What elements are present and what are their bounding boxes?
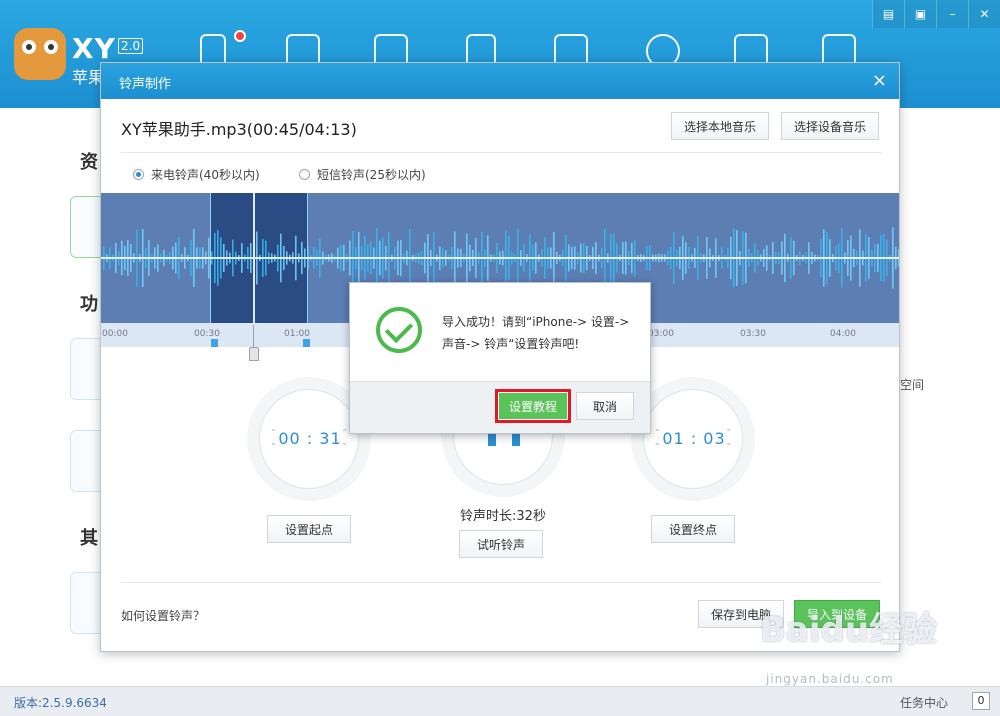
menu-icon[interactable]: ▤ xyxy=(872,0,904,28)
success-message: 导入成功！请到“iPhone-> 设置-> 声音-> 铃声“设置铃声吧! xyxy=(442,315,630,351)
cancel-button[interactable]: 取消 xyxy=(576,392,634,420)
baidu-watermark: Baidu经验 xyxy=(760,610,938,650)
set-start-button[interactable]: 设置起点 xyxy=(267,515,351,543)
ringtone-length: 铃声时长:32秒 xyxy=(460,509,546,524)
section-label-resources: 资 xyxy=(80,152,98,173)
choose-device-music-button[interactable]: 选择设备音乐 xyxy=(781,112,879,140)
file-title: XY苹果助手.mp3(00:45/04:13) xyxy=(121,120,357,139)
start-spin-right-icon[interactable]: ⌃ ⌄ xyxy=(341,428,348,448)
start-time-face: ⌃ ⌄ 00 : 31 ⌃ ⌄ xyxy=(259,389,359,489)
end-spin-right-icon[interactable]: ⌃ ⌄ xyxy=(725,428,732,448)
timeline-tick: 03:00 xyxy=(648,329,674,339)
task-count-badge: 0 xyxy=(972,692,990,710)
task-center-button[interactable]: 任务中心 xyxy=(900,694,948,711)
close-icon[interactable]: ✕ xyxy=(968,0,1000,28)
divider xyxy=(121,152,881,153)
start-marker[interactable] xyxy=(211,339,218,347)
dialog-title: 铃声制作 xyxy=(119,77,172,92)
baidu-watermark-url: jingyan.baidu.com xyxy=(766,672,894,686)
radio-sms-label: 短信铃声(25秒以内) xyxy=(317,168,426,182)
radio-unselected-icon[interactable] xyxy=(299,169,310,180)
dialog-close-button[interactable]: × xyxy=(872,70,887,91)
section-label-functions: 功 xyxy=(80,294,98,315)
dialog-header xyxy=(101,63,899,99)
playhead-handle[interactable] xyxy=(249,347,259,361)
radio-selected-icon[interactable] xyxy=(133,169,144,180)
timeline-tick: 00:00 xyxy=(102,329,128,339)
playhead-cursor[interactable] xyxy=(253,193,255,323)
radio-call-ringtone[interactable]: 来电铃声(40秒以内) xyxy=(133,166,260,183)
set-end-button[interactable]: 设置终点 xyxy=(651,515,735,543)
radio-call-label: 来电铃声(40秒以内) xyxy=(151,168,260,182)
timeline-tick: 01:00 xyxy=(284,329,310,339)
success-check-icon xyxy=(376,307,422,353)
setup-tutorial-button[interactable]: 设置教程 xyxy=(499,393,567,419)
timeline-tick: 03:30 xyxy=(740,329,766,339)
minimize-icon[interactable]: – xyxy=(936,0,968,28)
pause-icon xyxy=(512,432,520,446)
end-time-face: ⌃ ⌄ 01 : 03 ⌃ ⌄ xyxy=(643,389,743,489)
timeline-tick: 04:00 xyxy=(830,329,856,339)
timeline-tick: 00:30 xyxy=(194,329,220,339)
preview-ringtone-button[interactable]: 试听铃声 xyxy=(459,530,543,558)
notification-badge xyxy=(234,30,246,42)
pause-icon xyxy=(488,432,496,446)
slider-stem xyxy=(253,325,254,347)
import-success-popup: 导入成功！请到“iPhone-> 设置-> 声音-> 铃声“设置铃声吧! 设置教… xyxy=(349,282,651,434)
end-marker[interactable] xyxy=(303,339,310,347)
radio-sms-ringtone[interactable]: 短信铃声(25秒以内) xyxy=(299,166,426,183)
window-controls: ▤ ▣ – ✕ xyxy=(872,0,1000,28)
divider xyxy=(121,582,881,583)
owl-logo-icon xyxy=(14,28,66,80)
waveform-center-line xyxy=(101,257,899,259)
skin-icon[interactable]: ▣ xyxy=(904,0,936,28)
section-label-other: 其 xyxy=(80,528,98,549)
space-label: 空间 xyxy=(900,378,925,392)
how-to-set-ringtone-link[interactable]: 如何设置铃声？ xyxy=(121,607,205,624)
version-badge: 2.0 xyxy=(118,38,144,54)
version-text: 版本:2.5.9.6634 xyxy=(14,696,107,710)
status-bar: 版本:2.5.9.6634 任务中心 0 xyxy=(0,686,1000,716)
choose-local-music-button[interactable]: 选择本地音乐 xyxy=(671,112,769,140)
brand-name: XY xyxy=(72,32,116,65)
